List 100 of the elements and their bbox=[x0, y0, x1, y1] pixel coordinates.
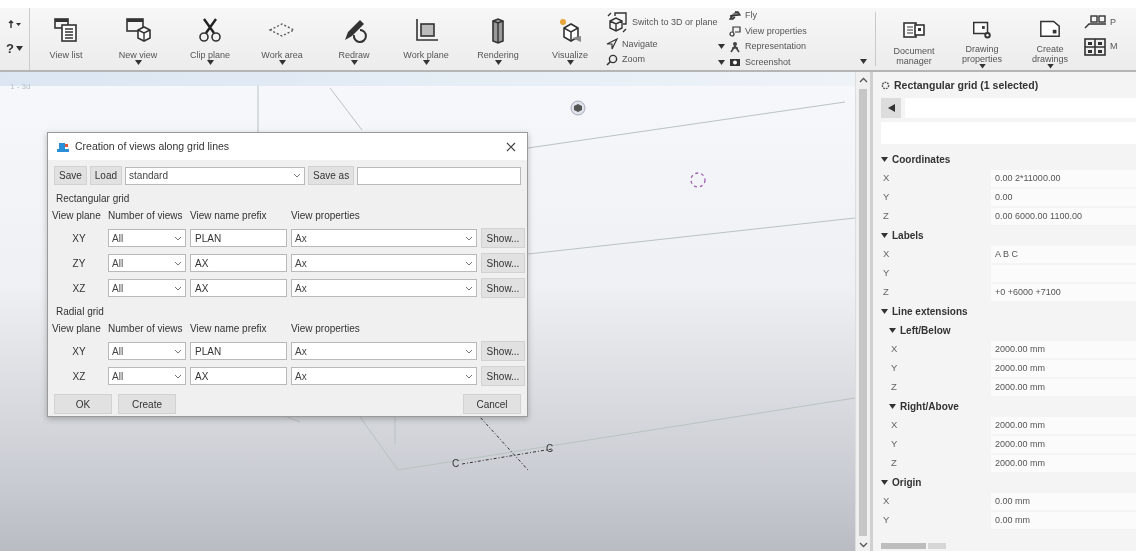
property-field[interactable]: 2000.00 mm bbox=[991, 359, 1136, 377]
save-as-button[interactable]: Save as bbox=[308, 166, 355, 185]
chevron-icon bbox=[465, 373, 473, 379]
property-label: Y bbox=[882, 190, 891, 205]
back-icon bbox=[887, 103, 895, 112]
scrollbar[interactable] bbox=[855, 72, 870, 551]
show-button[interactable]: Show... bbox=[481, 253, 525, 273]
dropdown[interactable]: All bbox=[108, 367, 186, 385]
property-label: Y bbox=[890, 437, 899, 452]
ribbon-button[interactable]: Representation bbox=[729, 40, 807, 54]
scroll-down-icon[interactable] bbox=[858, 540, 868, 549]
cancel-button[interactable]: Cancel bbox=[463, 394, 521, 414]
input-field[interactable]: PLAN bbox=[190, 342, 287, 360]
ribbon-button[interactable]: Zoom bbox=[606, 53, 718, 67]
input-field[interactable]: AX bbox=[190, 367, 287, 385]
input-field[interactable]: PLAN bbox=[190, 229, 287, 247]
property-field[interactable]: 0.00 6000.00 1100.00 bbox=[991, 207, 1136, 225]
ribbon-button[interactable]: Work plane bbox=[390, 8, 462, 70]
dropdown[interactable]: Ax bbox=[291, 254, 477, 272]
property-field[interactable]: +0 +6000 +7100 bbox=[991, 283, 1136, 301]
property-field[interactable]: 2000.00 mm bbox=[991, 454, 1136, 472]
create-button[interactable]: Create bbox=[118, 394, 176, 414]
ribbon-button[interactable]: Work area bbox=[246, 8, 318, 70]
dropdown[interactable]: Ax bbox=[291, 367, 477, 385]
show-button[interactable]: Show... bbox=[481, 366, 525, 386]
show-button[interactable]: Show... bbox=[481, 278, 525, 298]
view-plane-label: XY bbox=[71, 231, 87, 246]
tool-icon bbox=[7, 19, 22, 29]
dropdown[interactable]: standard bbox=[125, 166, 306, 185]
ribbon-button[interactable]: Rendering bbox=[462, 8, 534, 70]
scissors-icon bbox=[196, 16, 224, 44]
property-label: X bbox=[882, 494, 891, 509]
property-field[interactable]: A B C bbox=[991, 245, 1136, 263]
property-field[interactable]: 0.00 mm bbox=[991, 511, 1136, 529]
view-plane-label: XY bbox=[71, 344, 87, 359]
help-button[interactable]: ? bbox=[6, 38, 23, 59]
column-header: View plane bbox=[52, 209, 102, 223]
property-field[interactable]: 2000.00 mm bbox=[991, 416, 1136, 434]
expanded-triangle-icon[interactable] bbox=[889, 402, 896, 410]
close-icon bbox=[506, 141, 516, 152]
input-field[interactable]: AX bbox=[190, 279, 287, 297]
load-button[interactable]: Load bbox=[89, 166, 123, 185]
back-button[interactable] bbox=[881, 97, 901, 118]
navigate-icon bbox=[606, 38, 618, 51]
dropdown[interactable]: All bbox=[108, 229, 186, 247]
property-field[interactable]: 2000.00 mm bbox=[991, 435, 1136, 453]
expanded-triangle-icon[interactable] bbox=[881, 307, 888, 315]
expanded-triangle-icon[interactable] bbox=[881, 478, 888, 486]
dropdown[interactable]: Ax bbox=[291, 229, 477, 247]
property-label: Y bbox=[890, 361, 899, 376]
property-field[interactable]: 2000.00 mm bbox=[991, 378, 1136, 396]
property-label: Z bbox=[882, 209, 890, 224]
ribbon-button[interactable]: Document manager bbox=[880, 8, 948, 70]
chevron-icon bbox=[174, 260, 182, 266]
chevron-icon bbox=[465, 260, 473, 266]
property-label: X bbox=[882, 171, 891, 186]
show-button[interactable]: Show... bbox=[481, 341, 525, 361]
selection-marker-icon bbox=[690, 172, 706, 188]
expanded-triangle-icon[interactable] bbox=[881, 231, 888, 239]
camera-icon bbox=[729, 56, 741, 69]
panel-title: Rectangular grid (1 selected) bbox=[894, 78, 1039, 93]
dropdown[interactable]: All bbox=[108, 254, 186, 272]
section-heading: Radial grid bbox=[55, 305, 105, 319]
ribbon-button[interactable]: Screenshot bbox=[729, 55, 791, 69]
show-button[interactable]: Show... bbox=[481, 228, 525, 248]
ribbon-button[interactable]: Clip plane bbox=[174, 8, 246, 70]
ribbon-button[interactable]: Fly bbox=[729, 9, 757, 23]
property-field[interactable]: 0.00 bbox=[991, 188, 1136, 206]
overflow-caret-icon[interactable] bbox=[860, 59, 867, 64]
dropdown[interactable]: All bbox=[108, 342, 186, 360]
ribbon-button[interactable]: Drawing properties bbox=[948, 8, 1016, 70]
chevron-icon bbox=[174, 373, 182, 379]
ok-button[interactable]: OK bbox=[54, 394, 112, 414]
section-heading: Origin bbox=[892, 475, 922, 490]
dropdown[interactable]: All bbox=[108, 279, 186, 297]
ribbon-button[interactable]: M bbox=[1084, 38, 1118, 56]
input-field[interactable] bbox=[357, 166, 521, 185]
dropdown[interactable]: Ax bbox=[291, 342, 477, 360]
list-icon bbox=[52, 16, 80, 44]
dropdown[interactable]: Ax bbox=[291, 279, 477, 297]
ribbon-button[interactable]: View list bbox=[30, 8, 102, 70]
ribbon-button[interactable]: Switch to 3D or plane bbox=[606, 11, 718, 34]
ribbon-button[interactable]: New view bbox=[102, 8, 174, 70]
expanded-triangle-icon[interactable] bbox=[881, 155, 888, 163]
ribbon-button[interactable]: View properties bbox=[729, 24, 807, 38]
scroll-up-icon[interactable] bbox=[858, 76, 868, 85]
expanded-triangle-icon[interactable] bbox=[889, 326, 896, 334]
ribbon-button[interactable]: Navigate bbox=[606, 37, 718, 51]
ribbon-button[interactable]: Visualize bbox=[534, 8, 606, 70]
navigation-cube-icon[interactable] bbox=[570, 100, 586, 116]
property-field[interactable]: 0.00 mm bbox=[991, 492, 1136, 510]
ribbon-button[interactable]: P bbox=[1084, 14, 1118, 32]
property-label: Z bbox=[882, 285, 890, 300]
input-field[interactable]: AX bbox=[190, 254, 287, 272]
property-field[interactable]: 0.00 2*11000.00 bbox=[991, 169, 1136, 187]
grid-label: C bbox=[546, 443, 554, 454]
ribbon-button[interactable]: Create drawings bbox=[1016, 8, 1084, 70]
ribbon-button[interactable]: Redraw bbox=[318, 8, 390, 70]
property-field[interactable]: 2000.00 mm bbox=[991, 340, 1136, 358]
save-button[interactable]: Save bbox=[54, 166, 87, 185]
